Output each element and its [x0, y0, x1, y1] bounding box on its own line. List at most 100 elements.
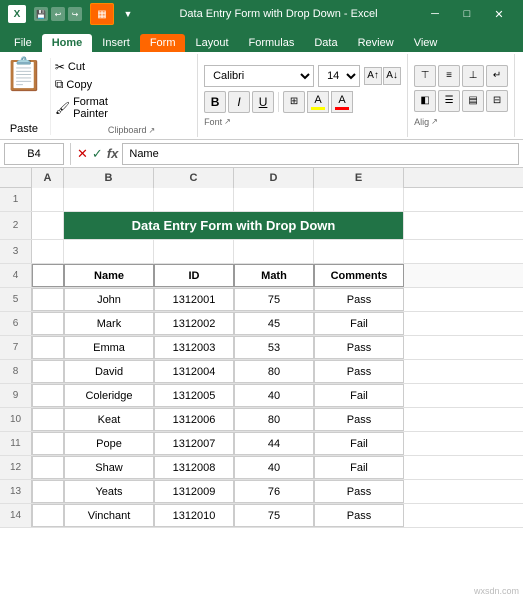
align-right-button[interactable]: ▤	[462, 90, 484, 112]
cell-e9-comments[interactable]: Fail	[314, 384, 404, 407]
cell-d7-math[interactable]: 53	[234, 336, 314, 359]
cell-a3[interactable]	[32, 240, 64, 263]
cell-e10-comments[interactable]: Pass	[314, 408, 404, 431]
wrap-text-button[interactable]: ↵	[486, 65, 508, 87]
cell-e5-comments[interactable]: Pass	[314, 288, 404, 311]
col-header-e[interactable]: E	[314, 168, 404, 188]
tab-layout[interactable]: Layout	[185, 34, 238, 52]
cell-c12-id[interactable]: 1312008	[154, 456, 234, 479]
border-button[interactable]: ⊞	[283, 91, 305, 113]
cell-b6-name[interactable]: Mark	[64, 312, 154, 335]
align-top-button[interactable]: ⊤	[414, 65, 436, 87]
tab-data[interactable]: Data	[304, 34, 347, 52]
tab-formulas[interactable]: Formulas	[239, 34, 305, 52]
align-center-button[interactable]: ☰	[438, 90, 460, 112]
cell-a1[interactable]	[32, 188, 64, 211]
font-expand-icon[interactable]: ↗	[224, 117, 231, 126]
cell-reference-input[interactable]	[4, 143, 64, 165]
cell-e3[interactable]	[314, 240, 404, 263]
cut-button[interactable]: ✂ Cut	[55, 60, 108, 74]
form-quick-btn[interactable]: ▦	[90, 3, 114, 25]
col-header-d[interactable]: D	[234, 168, 314, 188]
cell-d14-math[interactable]: 75	[234, 504, 314, 527]
cell-d4-math[interactable]: Math	[234, 264, 314, 287]
cell-e13-comments[interactable]: Pass	[314, 480, 404, 503]
cell-a10[interactable]	[32, 408, 64, 431]
cell-d12-math[interactable]: 40	[234, 456, 314, 479]
cell-d5-math[interactable]: 75	[234, 288, 314, 311]
align-expand-icon[interactable]: ↗	[431, 117, 438, 126]
cell-c14-id[interactable]: 1312010	[154, 504, 234, 527]
align-bottom-button[interactable]: ⊥	[462, 65, 484, 87]
cell-a9[interactable]	[32, 384, 64, 407]
cell-a4[interactable]	[32, 264, 64, 287]
align-left-button[interactable]: ◧	[414, 90, 436, 112]
cell-d1[interactable]	[234, 188, 314, 211]
font-size-select[interactable]: 14	[318, 65, 360, 87]
tab-insert[interactable]: Insert	[92, 34, 140, 52]
cancel-formula-icon[interactable]: ✕	[77, 146, 88, 162]
col-header-b[interactable]: B	[64, 168, 154, 188]
cell-b14-name[interactable]: Vinchant	[64, 504, 154, 527]
cell-e11-comments[interactable]: Fail	[314, 432, 404, 455]
cell-e4-comments[interactable]: Comments	[314, 264, 404, 287]
tab-file[interactable]: File	[4, 34, 42, 52]
undo-icon[interactable]: ↩	[51, 7, 65, 21]
cell-a7[interactable]	[32, 336, 64, 359]
close-button[interactable]: ✕	[483, 0, 515, 28]
font-color-button[interactable]: A	[331, 91, 353, 113]
cell-a13[interactable]	[32, 480, 64, 503]
cell-c1[interactable]	[154, 188, 234, 211]
cell-e12-comments[interactable]: Fail	[314, 456, 404, 479]
cell-b7-name[interactable]: Emma	[64, 336, 154, 359]
cell-c11-id[interactable]: 1312007	[154, 432, 234, 455]
save-icon[interactable]: 💾	[34, 7, 48, 21]
cell-d3[interactable]	[234, 240, 314, 263]
cell-c6-id[interactable]: 1312002	[154, 312, 234, 335]
cell-a12[interactable]	[32, 456, 64, 479]
clipboard-expand-icon[interactable]: ↗	[148, 126, 155, 135]
cell-b8-name[interactable]: David	[64, 360, 154, 383]
fill-color-button[interactable]: A	[307, 91, 329, 113]
cell-e7-comments[interactable]: Pass	[314, 336, 404, 359]
minimize-button[interactable]: ─	[419, 0, 451, 28]
cell-c7-id[interactable]: 1312003	[154, 336, 234, 359]
cell-c10-id[interactable]: 1312006	[154, 408, 234, 431]
cell-a5[interactable]	[32, 288, 64, 311]
bold-button[interactable]: B	[204, 91, 226, 113]
cell-c3[interactable]	[154, 240, 234, 263]
cell-e14-comments[interactable]: Pass	[314, 504, 404, 527]
cell-c9-id[interactable]: 1312005	[154, 384, 234, 407]
cell-b11-name[interactable]: Pope	[64, 432, 154, 455]
col-header-a[interactable]: A	[32, 168, 64, 188]
cell-b1[interactable]	[64, 188, 154, 211]
cell-b12-name[interactable]: Shaw	[64, 456, 154, 479]
cell-d10-math[interactable]: 80	[234, 408, 314, 431]
paste-button[interactable]: 📋	[4, 58, 44, 90]
cell-c5-id[interactable]: 1312001	[154, 288, 234, 311]
italic-button[interactable]: I	[228, 91, 250, 113]
cell-d13-math[interactable]: 76	[234, 480, 314, 503]
increase-font-button[interactable]: A↑	[364, 67, 382, 85]
maximize-button[interactable]: □	[451, 0, 483, 28]
align-middle-button[interactable]: ≡	[438, 65, 460, 87]
cell-a11[interactable]	[32, 432, 64, 455]
cell-e1[interactable]	[314, 188, 404, 211]
cell-a8[interactable]	[32, 360, 64, 383]
font-name-select[interactable]: Calibri	[204, 65, 314, 87]
cell-b3[interactable]	[64, 240, 154, 263]
confirm-formula-icon[interactable]: ✓	[92, 146, 103, 162]
cell-d6-math[interactable]: 45	[234, 312, 314, 335]
cell-b4-name[interactable]: Name	[64, 264, 154, 287]
decrease-font-button[interactable]: A↓	[383, 67, 401, 85]
cell-c8-id[interactable]: 1312004	[154, 360, 234, 383]
cell-c4-id[interactable]: ID	[154, 264, 234, 287]
cell-a6[interactable]	[32, 312, 64, 335]
copy-button[interactable]: ⧉ Copy	[55, 77, 108, 92]
cell-b13-name[interactable]: Yeats	[64, 480, 154, 503]
cell-a2[interactable]	[32, 212, 64, 239]
format-painter-button[interactable]: 🖌 Format Painter	[55, 96, 108, 120]
underline-button[interactable]: U	[252, 91, 274, 113]
customize-quick-access[interactable]: ▼	[118, 4, 138, 24]
formula-input[interactable]	[122, 143, 519, 165]
